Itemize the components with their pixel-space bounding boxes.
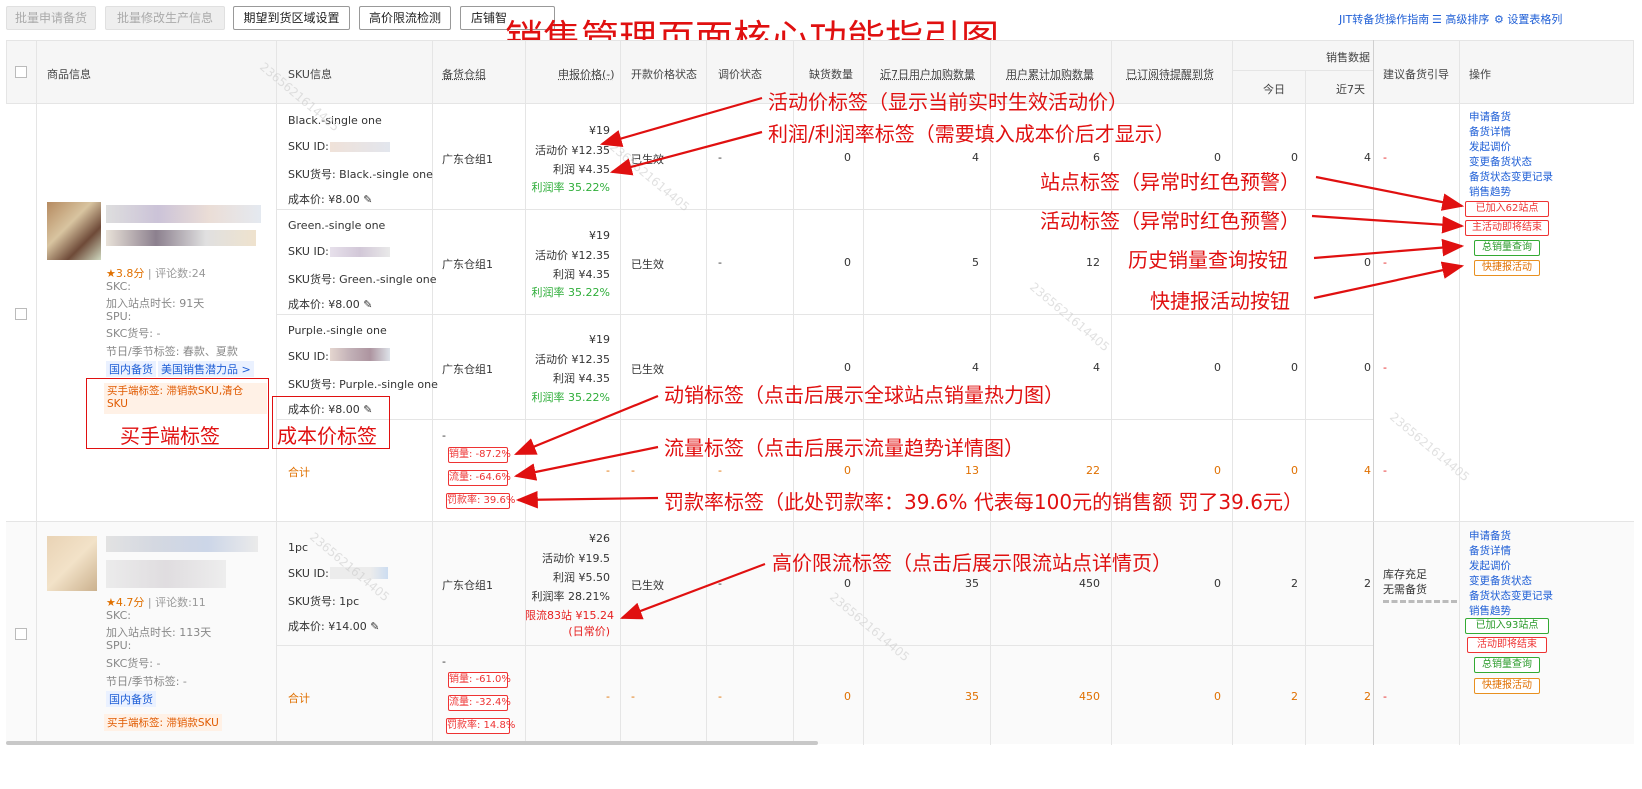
arrow-line [513,394,659,456]
arrow-line [1313,261,1465,300]
arrow-line [1313,238,1465,260]
arrow-line [1315,175,1465,211]
arrow-line [1311,214,1465,234]
arrow-line [515,490,659,509]
arrow-line [599,96,763,147]
arrow-line [513,445,659,481]
annotation-arrows [513,96,1465,620]
arrow-line [609,130,763,176]
arrow-line [619,562,766,620]
